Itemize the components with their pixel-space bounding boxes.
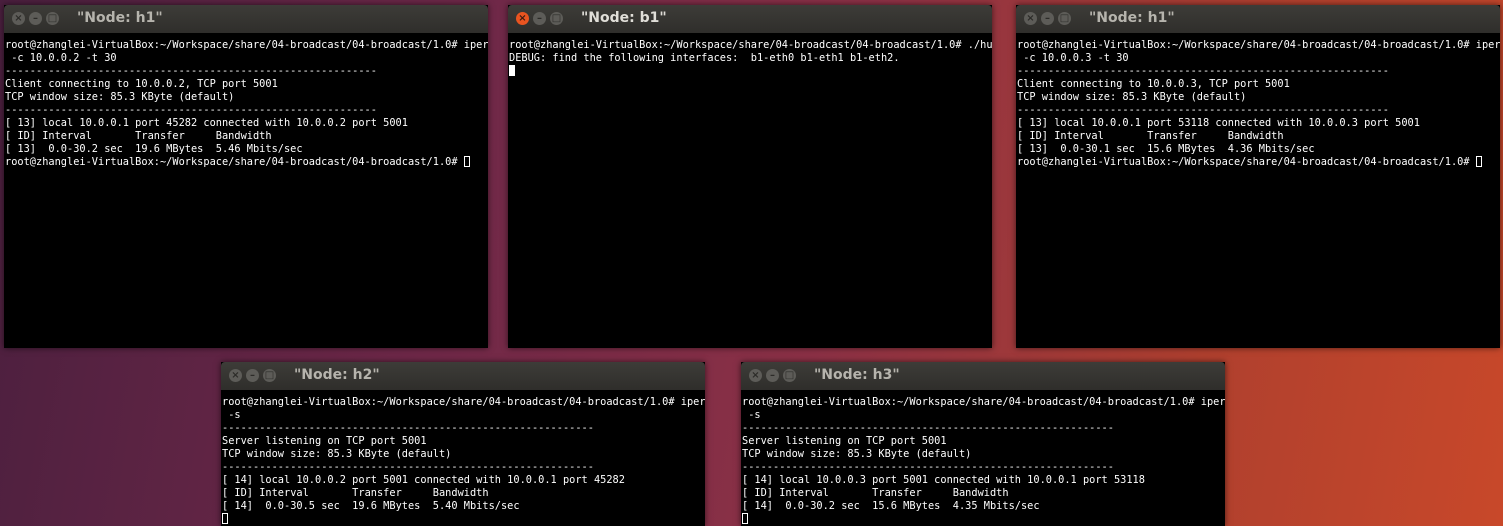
maximize-button[interactable]: □ — [1058, 12, 1071, 25]
terminal-window-h1-left[interactable]: × – □ "Node: h1" root@zhanglei-VirtualBo… — [4, 5, 488, 348]
terminal-text: root@zhanglei-VirtualBox:~/Workspace/sha… — [222, 396, 705, 512]
terminal-text: root@zhanglei-VirtualBox:~/Workspace/sha… — [742, 396, 1225, 512]
terminal-output[interactable]: root@zhanglei-VirtualBox:~/Workspace/sha… — [741, 390, 1225, 526]
cursor — [463, 156, 470, 167]
minimize-button[interactable]: – — [533, 12, 546, 25]
window-title: "Node: h2" — [294, 367, 380, 383]
titlebar[interactable]: × – □ "Node: h3" — [741, 362, 1225, 390]
window-title: "Node: b1" — [581, 10, 667, 26]
minimize-button[interactable]: – — [766, 369, 779, 382]
terminal-text: root@zhanglei-VirtualBox:~/Workspace/sha… — [1017, 39, 1500, 168]
close-button[interactable]: × — [1024, 12, 1037, 25]
window-title: "Node: h1" — [77, 10, 163, 26]
maximize-button[interactable]: □ — [550, 12, 563, 25]
minimize-button[interactable]: – — [1041, 12, 1054, 25]
maximize-button[interactable]: □ — [783, 369, 796, 382]
terminal-text: root@zhanglei-VirtualBox:~/Workspace/sha… — [5, 39, 488, 168]
minimize-button[interactable]: – — [29, 12, 42, 25]
window-title: "Node: h1" — [1089, 10, 1175, 26]
maximize-button[interactable]: □ — [263, 369, 276, 382]
cursor — [509, 65, 515, 76]
terminal-window-h2[interactable]: × – □ "Node: h2" root@zhanglei-VirtualBo… — [221, 362, 705, 526]
titlebar[interactable]: × – □ "Node: b1" — [508, 5, 992, 33]
window-title: "Node: h3" — [814, 367, 900, 383]
minimize-button[interactable]: – — [246, 369, 259, 382]
titlebar[interactable]: × – □ "Node: h1" — [1016, 5, 1500, 33]
terminal-window-h3[interactable]: × – □ "Node: h3" root@zhanglei-VirtualBo… — [741, 362, 1225, 526]
cursor — [222, 513, 228, 524]
maximize-button[interactable]: □ — [46, 12, 59, 25]
terminal-window-b1[interactable]: × – □ "Node: b1" root@zhanglei-VirtualBo… — [508, 5, 992, 348]
close-button[interactable]: × — [12, 12, 25, 25]
titlebar[interactable]: × – □ "Node: h2" — [221, 362, 705, 390]
cursor — [1475, 156, 1482, 167]
terminal-output[interactable]: root@zhanglei-VirtualBox:~/Workspace/sha… — [221, 390, 705, 526]
close-button[interactable]: × — [229, 369, 242, 382]
terminal-output[interactable]: root@zhanglei-VirtualBox:~/Workspace/sha… — [4, 33, 488, 348]
terminal-text: root@zhanglei-VirtualBox:~/Workspace/sha… — [509, 39, 992, 64]
terminal-output[interactable]: root@zhanglei-VirtualBox:~/Workspace/sha… — [1016, 33, 1500, 348]
close-button[interactable]: × — [516, 12, 529, 25]
terminal-output[interactable]: root@zhanglei-VirtualBox:~/Workspace/sha… — [508, 33, 992, 348]
terminal-window-h1-right[interactable]: × – □ "Node: h1" root@zhanglei-VirtualBo… — [1016, 5, 1500, 348]
cursor — [742, 513, 748, 524]
close-button[interactable]: × — [749, 369, 762, 382]
titlebar[interactable]: × – □ "Node: h1" — [4, 5, 488, 33]
